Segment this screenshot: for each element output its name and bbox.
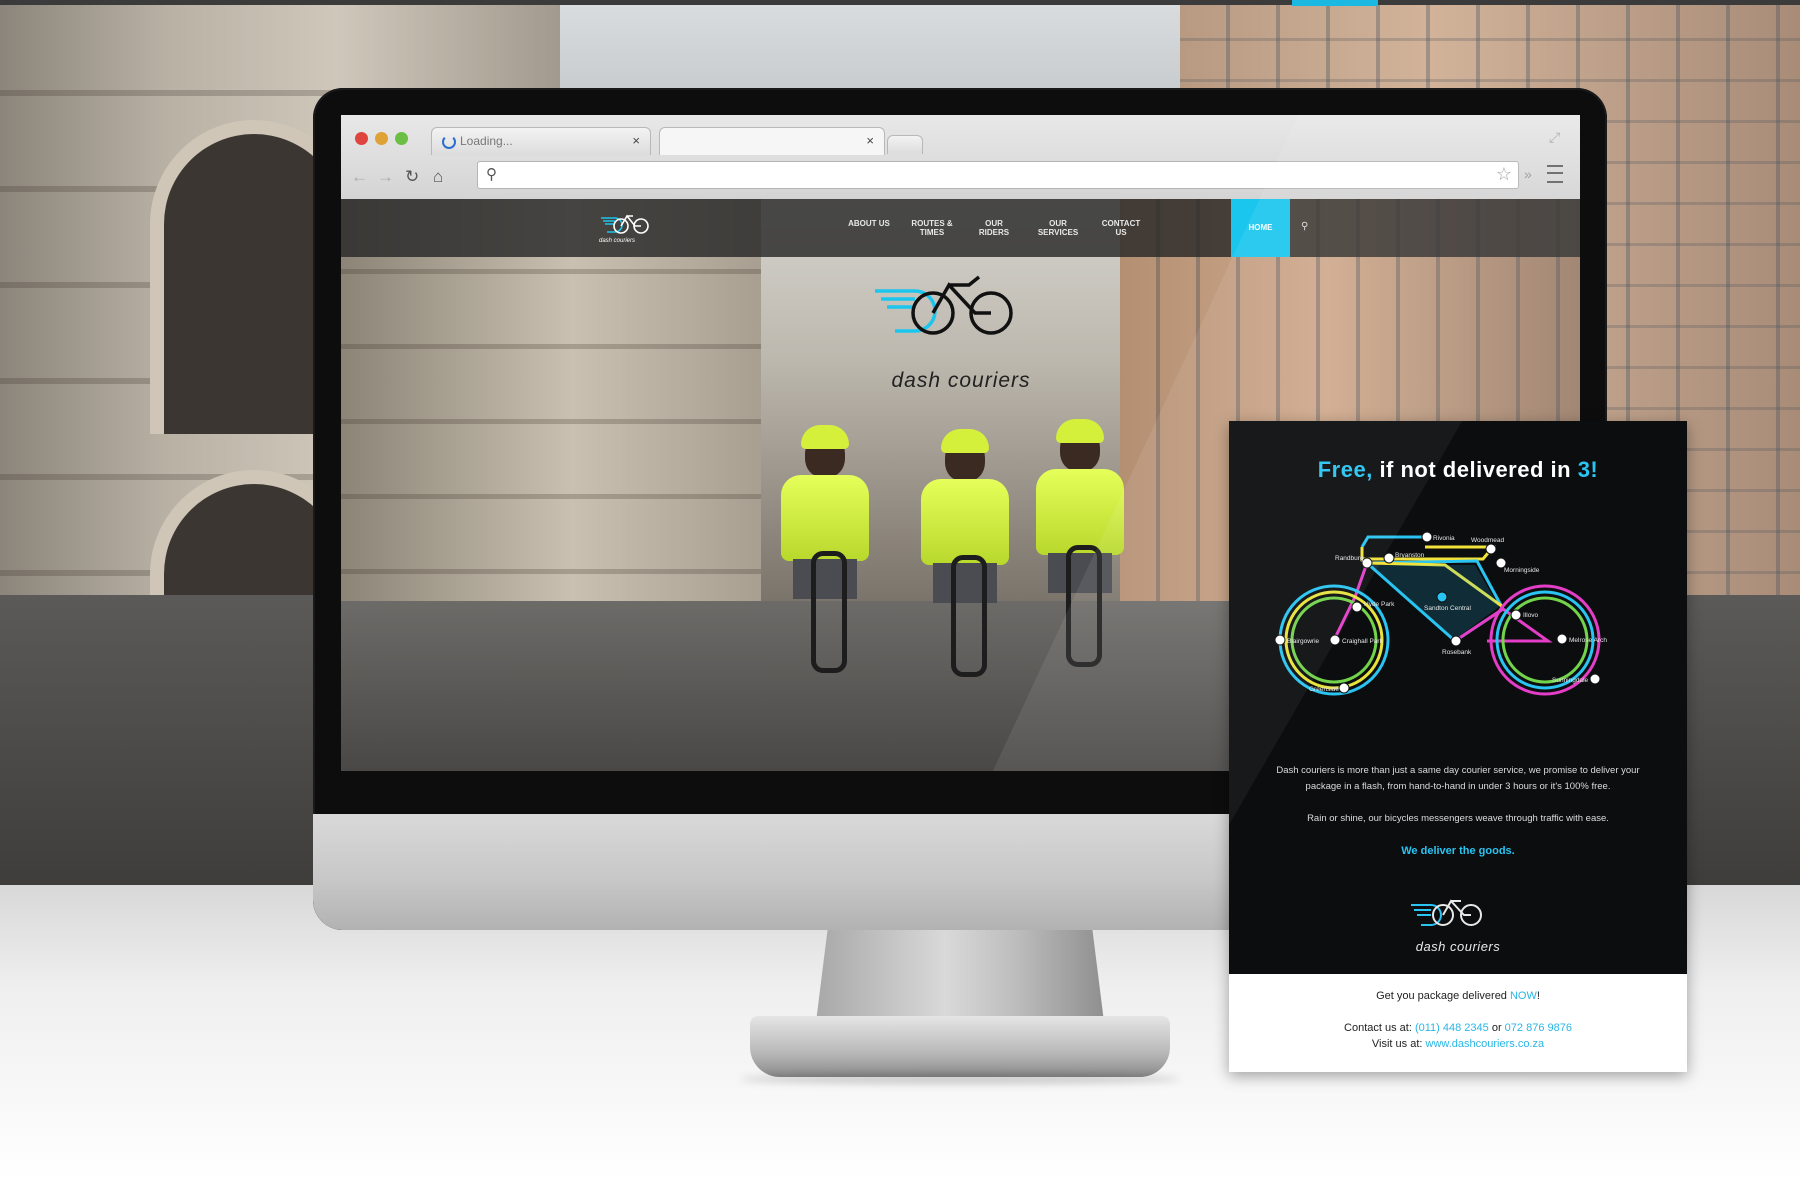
footer-phone-1[interactable]: (011) 448 2345 [1415,1022,1489,1034]
rider-figure [911,429,1019,677]
apple-logo-icon [932,840,986,900]
station-label: Blairgowrie [1287,638,1320,645]
station-label: Sandton Central [1424,605,1472,612]
flyer-cta: We deliver the goods. [1401,845,1515,857]
footer-website-link[interactable]: www.dashcouriers.co.za [1426,1038,1545,1050]
home-button[interactable]: ⌂ [433,167,443,187]
station-label: Morningside [1504,567,1540,574]
site-navbar: dash couriers ABOUT US ROUTES & TIMES OU… [341,199,1580,257]
browser-menu-icon[interactable] [1547,165,1563,183]
zoom-window-button[interactable] [395,132,408,145]
new-tab-button[interactable] [887,135,923,154]
footer-visit: Visit us at: www.dashcouriers.co.za [1229,1038,1687,1050]
site-search-icon[interactable]: ⚲ [1301,221,1308,232]
headline-free: Free, [1317,457,1373,482]
station-label: Craighall Park [1342,638,1384,645]
tab-close-button[interactable]: × [632,133,640,148]
footer-text: Contact us at: [1344,1022,1415,1034]
flyer-paragraph-2: Rain or shine, our bicycles messengers w… [1307,813,1609,824]
station-label: Woodmead [1471,537,1505,544]
imac-stand-foot [750,1016,1170,1077]
tab-active[interactable]: × [659,127,885,155]
loading-spinner-icon [442,135,456,149]
flyer-footer: Get you package delivered NOW! Contact u… [1229,974,1687,1072]
tab-close-button[interactable]: × [866,133,874,148]
tab-loading[interactable]: Loading... × [431,127,651,155]
hero-brand-name: dash couriers [891,369,1031,392]
promo-flyer: Free, if not delivered in 3! Rivonia Bry… [1229,421,1687,1072]
search-icon: ⚲ [486,166,497,183]
top-strip [0,0,1800,5]
nav-home[interactable]: HOME [1231,199,1290,257]
route-map-diagram: Rivonia Bryanston Woodmead Randburg Morn… [1274,531,1607,696]
headline-middle: if not delivered in [1372,457,1578,482]
footer-text: Visit us at: [1371,1038,1426,1050]
nav-riders[interactable]: OUR RIDERS [970,219,1018,237]
hero-logo-icon [875,275,1013,335]
flyer-brand-name: dash couriers [1415,939,1501,954]
fullscreen-icon[interactable]: ⤢ [1549,129,1560,146]
site-logo-icon[interactable]: dash couriers [597,210,661,246]
headline-three: 3! [1577,457,1599,482]
browser-chrome: ⤢ Loading... × × ← → ↻ ⌂ ⚲ ☆ » [341,115,1580,199]
nav-routes[interactable]: ROUTES & TIMES [908,219,956,237]
station-label: Randburg [1335,555,1364,562]
minimize-window-button[interactable] [375,132,388,145]
footer-contact: Contact us at: (011) 448 2345 or 072 876… [1229,1022,1687,1034]
footer-phone-2[interactable]: 072 876 9876 [1505,1022,1572,1034]
station-label: Greenside [1309,686,1339,693]
forward-button[interactable]: → [377,167,394,187]
station-label: Bryanston [1395,552,1425,559]
station-label: Sunningdale [1552,677,1589,684]
reload-button[interactable]: ↻ [405,167,419,187]
flyer-headline: Free, if not delivered in 3! [1229,457,1687,483]
flyer-paragraph-1: Dash couriers is more than just a same d… [1276,765,1640,792]
bookmark-star-icon[interactable]: ☆ [1496,164,1512,185]
rider-figure [1026,419,1134,667]
station-label: Hyde Park [1364,601,1395,608]
rider-figure [771,425,879,673]
flyer-logo-icon [1411,899,1482,926]
station-label: Illovo [1523,612,1539,619]
back-button[interactable]: ← [351,167,368,187]
extensions-chevron-icon[interactable]: » [1524,166,1532,182]
top-accent-bar [1292,0,1378,6]
address-bar[interactable]: ⚲ ☆ [477,161,1519,189]
nav-services[interactable]: OUR SERVICES [1034,219,1082,237]
footer-text: Get you package delivered [1376,990,1510,1002]
footer-now: NOW [1509,990,1537,1002]
nav-about[interactable]: ABOUT US [845,219,893,228]
imac-shadow [740,1074,1180,1084]
footer-text: or [1488,1022,1505,1034]
station-label: Rosebank [1442,649,1472,656]
footer-get-delivered: Get you package delivered NOW! [1229,990,1687,1002]
footer-text: ! [1536,990,1540,1002]
tab-title: Loading... [460,134,513,148]
nav-contact[interactable]: CONTACT US [1097,219,1145,237]
site-logo-text: dash couriers [599,238,635,244]
close-window-button[interactable] [355,132,368,145]
station-label: Melrose Arch [1569,637,1607,644]
station-label: Rivonia [1433,535,1455,542]
imac-stand [816,930,1104,1022]
